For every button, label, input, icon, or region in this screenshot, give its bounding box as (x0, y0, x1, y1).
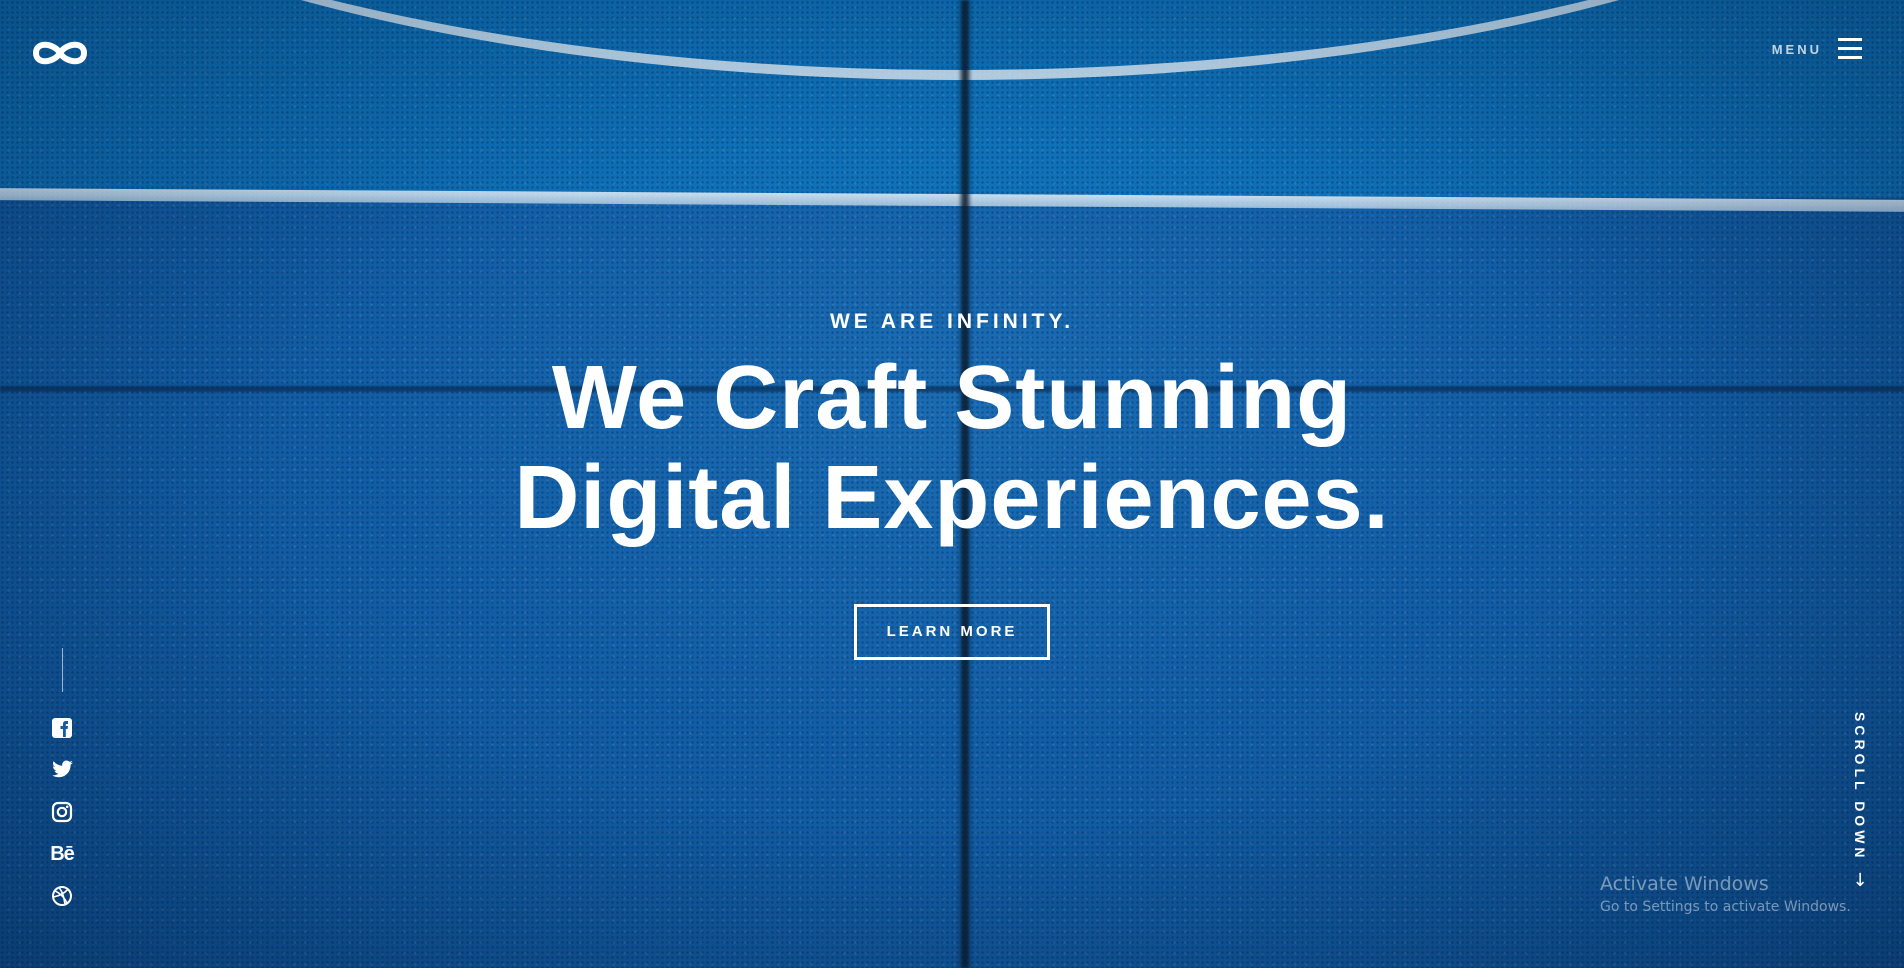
headline-line-2: Digital Experiences. (514, 448, 1390, 548)
menu-label: MENU (1771, 41, 1822, 57)
activate-windows-watermark: Activate Windows Go to Settings to activ… (1600, 873, 1851, 915)
facebook-icon[interactable] (50, 716, 74, 740)
menu-button[interactable]: MENU (1772, 36, 1862, 62)
arrow-down-icon: ↓ (1852, 869, 1868, 891)
dribbble-icon[interactable] (50, 884, 74, 908)
social-divider (61, 648, 63, 692)
watermark-subtitle: Go to Settings to activate Windows. (1600, 899, 1851, 915)
behance-icon[interactable]: Bē (50, 842, 75, 866)
hero-eyebrow: WE ARE INFINITY. (829, 310, 1075, 333)
watermark-title: Activate Windows (1600, 873, 1769, 895)
hamburger-icon (1838, 38, 1862, 60)
headline-line-1: We Craft Stunning (551, 348, 1353, 448)
social-links: Bē (42, 648, 82, 926)
infinity-icon[interactable] (30, 36, 90, 70)
hero-headline: We Craft Stunning Digital Experiences. (0, 348, 1904, 548)
scroll-down-label: SCROLL DOWN (1852, 712, 1868, 862)
learn-more-button[interactable]: LEARN MORE (854, 604, 1050, 660)
hero-section: MENU WE ARE INFINITY. We Craft Stunning … (0, 0, 1904, 968)
instagram-icon[interactable] (50, 800, 74, 824)
twitter-icon[interactable] (50, 758, 74, 782)
hero-content: WE ARE INFINITY. We Craft Stunning Digit… (0, 310, 1904, 660)
scroll-down-link[interactable]: SCROLL DOWN ↓ (1850, 712, 1870, 892)
